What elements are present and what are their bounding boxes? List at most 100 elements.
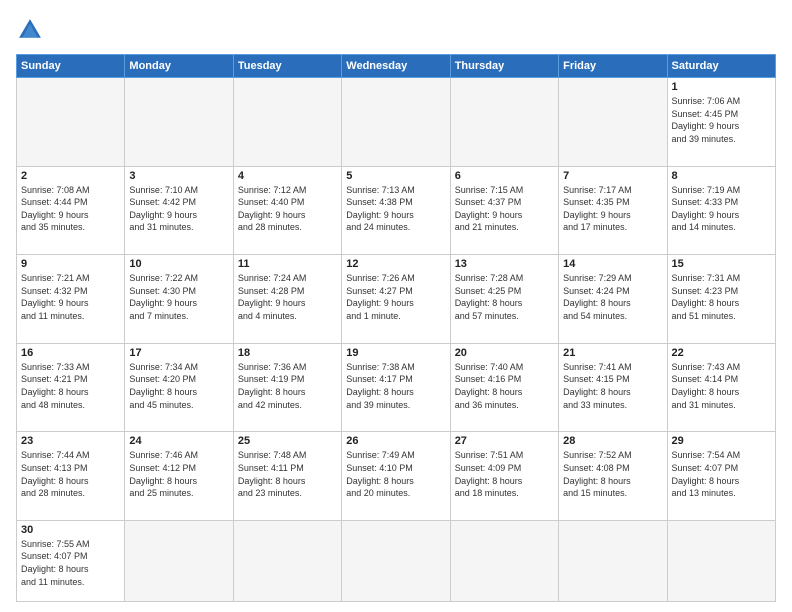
calendar-cell: 5Sunrise: 7:13 AM Sunset: 4:38 PM Daylig… (342, 166, 450, 255)
calendar-cell: 3 Sunrise: 7:10 AM Sunset: 4:42 PM Daylig… (125, 166, 233, 255)
calendar-cell: 18 Sunrise: 7:36 AM Sunset: 4:19 PM Dayli… (233, 343, 341, 432)
calendar-cell (233, 520, 341, 601)
calendar-cell: 13 Sunrise: 7:28 AM Sunset: 4:25 PM Dayli… (450, 255, 558, 344)
weekday-header-friday: Friday (559, 55, 667, 78)
day-number: 16 (21, 347, 120, 359)
day-number: 26 (346, 435, 445, 447)
calendar-cell: 8 Sunrise: 7:19 AM Sunset: 4:33 PM Daylig… (667, 166, 775, 255)
day-info: Sunrise: 7:38 AM Sunset: 4:17 PM Dayligh… (346, 361, 445, 411)
calendar-cell: 4 Sunrise: 7:12 AM Sunset: 4:40 PM Daylig… (233, 166, 341, 255)
day-number: 2 (21, 170, 120, 182)
day-number: 21 (563, 347, 662, 359)
day-number: 1 (672, 81, 771, 93)
day-info: Sunrise: 7:41 AM Sunset: 4:15 PM Dayligh… (563, 361, 662, 411)
calendar-cell: 30Sunrise: 7:55 AM Sunset: 4:07 PM Dayli… (17, 520, 125, 601)
day-info: Sunrise: 7:08 AM Sunset: 4:44 PM Dayligh… (21, 184, 120, 234)
day-number: 27 (455, 435, 554, 447)
day-info: Sunrise: 7:26 AM Sunset: 4:27 PM Dayligh… (346, 272, 445, 322)
day-number: 11 (238, 258, 337, 270)
calendar-cell (125, 78, 233, 167)
calendar-cell: 23Sunrise: 7:44 AM Sunset: 4:13 PM Dayli… (17, 432, 125, 521)
calendar-table: SundayMondayTuesdayWednesdayThursdayFrid… (16, 54, 776, 602)
day-info: Sunrise: 7:46 AM Sunset: 4:12 PM Dayligh… (129, 449, 228, 499)
weekday-header-tuesday: Tuesday (233, 55, 341, 78)
day-info: Sunrise: 7:55 AM Sunset: 4:07 PM Dayligh… (21, 538, 120, 588)
calendar-cell: 6 Sunrise: 7:15 AM Sunset: 4:37 PM Daylig… (450, 166, 558, 255)
day-info: Sunrise: 7:36 AM Sunset: 4:19 PM Dayligh… (238, 361, 337, 411)
day-info: Sunrise: 7:19 AM Sunset: 4:33 PM Dayligh… (672, 184, 771, 234)
calendar-cell (667, 520, 775, 601)
calendar-cell: 25Sunrise: 7:48 AM Sunset: 4:11 PM Dayli… (233, 432, 341, 521)
calendar-week-1: 1Sunrise: 7:06 AM Sunset: 4:45 PM Daylig… (17, 78, 776, 167)
day-info: Sunrise: 7:15 AM Sunset: 4:37 PM Dayligh… (455, 184, 554, 234)
day-number: 28 (563, 435, 662, 447)
calendar-cell (450, 520, 558, 601)
day-number: 20 (455, 347, 554, 359)
day-number: 7 (563, 170, 662, 182)
day-info: Sunrise: 7:17 AM Sunset: 4:35 PM Dayligh… (563, 184, 662, 234)
day-number: 10 (129, 258, 228, 270)
calendar-week-2: 2 Sunrise: 7:08 AM Sunset: 4:44 PM Daylig… (17, 166, 776, 255)
weekday-header-sunday: Sunday (17, 55, 125, 78)
calendar-cell: 29 Sunrise: 7:54 AM Sunset: 4:07 PM Dayli… (667, 432, 775, 521)
day-number: 22 (672, 347, 771, 359)
day-number: 6 (455, 170, 554, 182)
calendar-cell (125, 520, 233, 601)
calendar-cell (342, 78, 450, 167)
logo (16, 16, 48, 44)
page: SundayMondayTuesdayWednesdayThursdayFrid… (0, 0, 792, 612)
calendar-cell: 2 Sunrise: 7:08 AM Sunset: 4:44 PM Daylig… (17, 166, 125, 255)
day-info: Sunrise: 7:21 AM Sunset: 4:32 PM Dayligh… (21, 272, 120, 322)
calendar-cell: 16Sunrise: 7:33 AM Sunset: 4:21 PM Dayli… (17, 343, 125, 432)
calendar-week-4: 16Sunrise: 7:33 AM Sunset: 4:21 PM Dayli… (17, 343, 776, 432)
calendar-cell (17, 78, 125, 167)
calendar-cell: 15Sunrise: 7:31 AM Sunset: 4:23 PM Dayli… (667, 255, 775, 344)
calendar-cell: 12 Sunrise: 7:26 AM Sunset: 4:27 PM Dayli… (342, 255, 450, 344)
calendar-cell: 9 Sunrise: 7:21 AM Sunset: 4:32 PM Daylig… (17, 255, 125, 344)
calendar-cell: 10 Sunrise: 7:22 AM Sunset: 4:30 PM Dayli… (125, 255, 233, 344)
day-number: 13 (455, 258, 554, 270)
day-number: 9 (21, 258, 120, 270)
calendar-cell (450, 78, 558, 167)
day-info: Sunrise: 7:28 AM Sunset: 4:25 PM Dayligh… (455, 272, 554, 322)
calendar-cell: 7 Sunrise: 7:17 AM Sunset: 4:35 PM Daylig… (559, 166, 667, 255)
day-info: Sunrise: 7:22 AM Sunset: 4:30 PM Dayligh… (129, 272, 228, 322)
day-number: 14 (563, 258, 662, 270)
calendar-cell: 17Sunrise: 7:34 AM Sunset: 4:20 PM Dayli… (125, 343, 233, 432)
day-number: 29 (672, 435, 771, 447)
weekday-header-monday: Monday (125, 55, 233, 78)
day-info: Sunrise: 7:12 AM Sunset: 4:40 PM Dayligh… (238, 184, 337, 234)
day-number: 17 (129, 347, 228, 359)
calendar-cell (342, 520, 450, 601)
calendar-week-6: 30Sunrise: 7:55 AM Sunset: 4:07 PM Dayli… (17, 520, 776, 601)
calendar-week-3: 9 Sunrise: 7:21 AM Sunset: 4:32 PM Daylig… (17, 255, 776, 344)
day-number: 5 (346, 170, 445, 182)
calendar-cell: 20Sunrise: 7:40 AM Sunset: 4:16 PM Dayli… (450, 343, 558, 432)
calendar-cell: 26 Sunrise: 7:49 AM Sunset: 4:10 PM Dayli… (342, 432, 450, 521)
weekday-header-thursday: Thursday (450, 55, 558, 78)
calendar-cell: 22Sunrise: 7:43 AM Sunset: 4:14 PM Dayli… (667, 343, 775, 432)
calendar-cell (233, 78, 341, 167)
day-info: Sunrise: 7:24 AM Sunset: 4:28 PM Dayligh… (238, 272, 337, 322)
day-info: Sunrise: 7:51 AM Sunset: 4:09 PM Dayligh… (455, 449, 554, 499)
day-info: Sunrise: 7:54 AM Sunset: 4:07 PM Dayligh… (672, 449, 771, 499)
calendar-cell (559, 78, 667, 167)
calendar-week-5: 23Sunrise: 7:44 AM Sunset: 4:13 PM Dayli… (17, 432, 776, 521)
day-number: 4 (238, 170, 337, 182)
weekday-header-wednesday: Wednesday (342, 55, 450, 78)
day-number: 18 (238, 347, 337, 359)
day-number: 12 (346, 258, 445, 270)
day-number: 8 (672, 170, 771, 182)
day-info: Sunrise: 7:48 AM Sunset: 4:11 PM Dayligh… (238, 449, 337, 499)
calendar-cell: 11 Sunrise: 7:24 AM Sunset: 4:28 PM Dayli… (233, 255, 341, 344)
calendar-cell: 24Sunrise: 7:46 AM Sunset: 4:12 PM Dayli… (125, 432, 233, 521)
day-number: 23 (21, 435, 120, 447)
calendar-cell: 27 Sunrise: 7:51 AM Sunset: 4:09 PM Dayli… (450, 432, 558, 521)
calendar-cell: 28 Sunrise: 7:52 AM Sunset: 4:08 PM Dayli… (559, 432, 667, 521)
day-info: Sunrise: 7:49 AM Sunset: 4:10 PM Dayligh… (346, 449, 445, 499)
day-info: Sunrise: 7:10 AM Sunset: 4:42 PM Dayligh… (129, 184, 228, 234)
calendar-cell: 19Sunrise: 7:38 AM Sunset: 4:17 PM Dayli… (342, 343, 450, 432)
day-info: Sunrise: 7:52 AM Sunset: 4:08 PM Dayligh… (563, 449, 662, 499)
day-number: 3 (129, 170, 228, 182)
day-info: Sunrise: 7:31 AM Sunset: 4:23 PM Dayligh… (672, 272, 771, 322)
